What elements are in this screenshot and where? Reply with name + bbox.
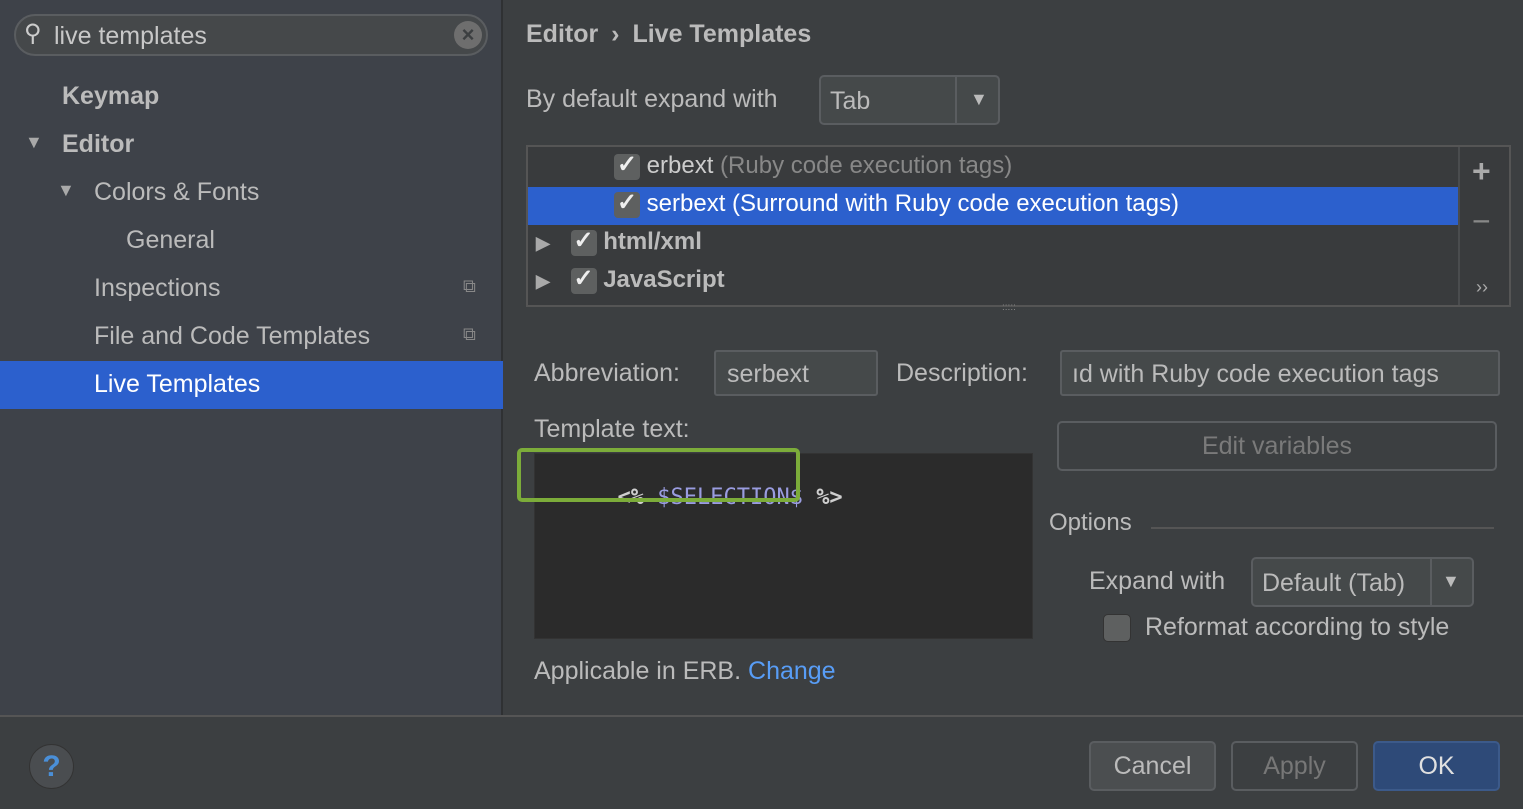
search-input[interactable]: ⚲ live templates × [14,14,488,56]
expand-with-label: Expand with [1089,567,1226,595]
project-settings-icon: ⧉ [463,276,476,296]
sidebar-item-editor[interactable]: Editor [62,120,134,168]
template-row-erbext[interactable]: ✓ erbext (Ruby code execution tags) [614,152,1012,180]
breadcrumb: Editor › Live Templates [526,20,811,49]
options-title: Options [1049,509,1132,536]
chevron-down-icon: ▼ [970,89,988,109]
expand-arrow-icon[interactable]: ▼ [57,180,75,201]
help-button[interactable]: ? [29,744,74,789]
template-group-javascript[interactable]: ▶ ✓ JavaScript [536,266,725,294]
template-group-html-xml[interactable]: ▶ ✓ html/xml [536,228,702,256]
more-icon[interactable]: ›› [1476,277,1488,298]
sidebar-item-file-code-templates[interactable]: File and Code Templates [94,312,370,360]
checkbox[interactable]: ✓ [614,190,640,218]
checkbox[interactable]: ✓ [614,152,640,180]
templates-list: ✓ erbext (Ruby code execution tags) ✓ se… [526,145,1511,307]
divider [1151,527,1494,529]
expand-arrow-icon[interactable]: ▶ [536,233,550,253]
checkbox[interactable]: ✓ [570,266,597,294]
expand-default-label: By default expand with [526,85,778,113]
template-row-serbext[interactable]: ✓ serbext (Surround with Ruby code execu… [614,190,1179,218]
apply-button[interactable]: Apply [1231,741,1358,791]
main-panel: Editor › Live Templates By default expan… [505,0,1523,715]
project-settings-icon: ⧉ [463,324,476,344]
chevron-down-icon: ▼ [1442,571,1460,591]
change-context-link[interactable]: Change [748,657,836,685]
sidebar-item-keymap[interactable]: Keymap [62,72,159,120]
description-label: Description: [896,359,1028,387]
ok-button[interactable]: OK [1373,741,1500,791]
template-text-label: Template text: [534,415,690,443]
highlight-box [517,448,800,502]
checkbox[interactable]: ✓ [570,228,597,256]
reformat-checkbox[interactable] [1103,614,1131,642]
expand-with-select[interactable]: Default (Tab) ▼ [1251,557,1474,607]
expand-default-value: Tab [830,87,871,115]
sidebar-item-colors-fonts[interactable]: Colors & Fonts [94,168,259,216]
breadcrumb-separator: › [611,20,620,48]
search-icon: ⚲ [24,20,42,47]
edit-variables-button[interactable]: Edit variables [1057,421,1497,471]
resize-handle[interactable]: ::::: [1002,302,1016,313]
add-icon[interactable]: + [1472,153,1491,190]
sidebar-item-inspections[interactable]: Inspections [94,264,220,312]
sidebar-item-general[interactable]: General [126,216,215,264]
sidebar: ⚲ live templates × Keymap ▼ Editor ▼ Col… [0,0,503,715]
expand-arrow-icon[interactable]: ▶ [536,271,550,291]
clear-icon[interactable]: × [454,21,482,49]
breadcrumb-parent[interactable]: Editor [526,20,598,48]
page-title: Live Templates [632,20,812,48]
expand-arrow-icon[interactable]: ▼ [25,132,43,153]
search-value: live templates [54,22,207,50]
footer-divider [0,715,1523,717]
sidebar-item-live-templates[interactable]: Live Templates [94,360,260,408]
remove-icon[interactable]: − [1472,203,1491,240]
applicable-context: Applicable in ERB. Change [534,657,836,685]
description-input[interactable]: ıd with Ruby code execution tags [1060,350,1500,396]
cancel-button[interactable]: Cancel [1089,741,1216,791]
reformat-label[interactable]: Reformat according to style [1145,613,1449,642]
expand-default-select[interactable]: Tab ▼ [819,75,1000,125]
abbreviation-label: Abbreviation: [534,359,680,387]
abbreviation-input[interactable]: serbext [714,350,878,396]
